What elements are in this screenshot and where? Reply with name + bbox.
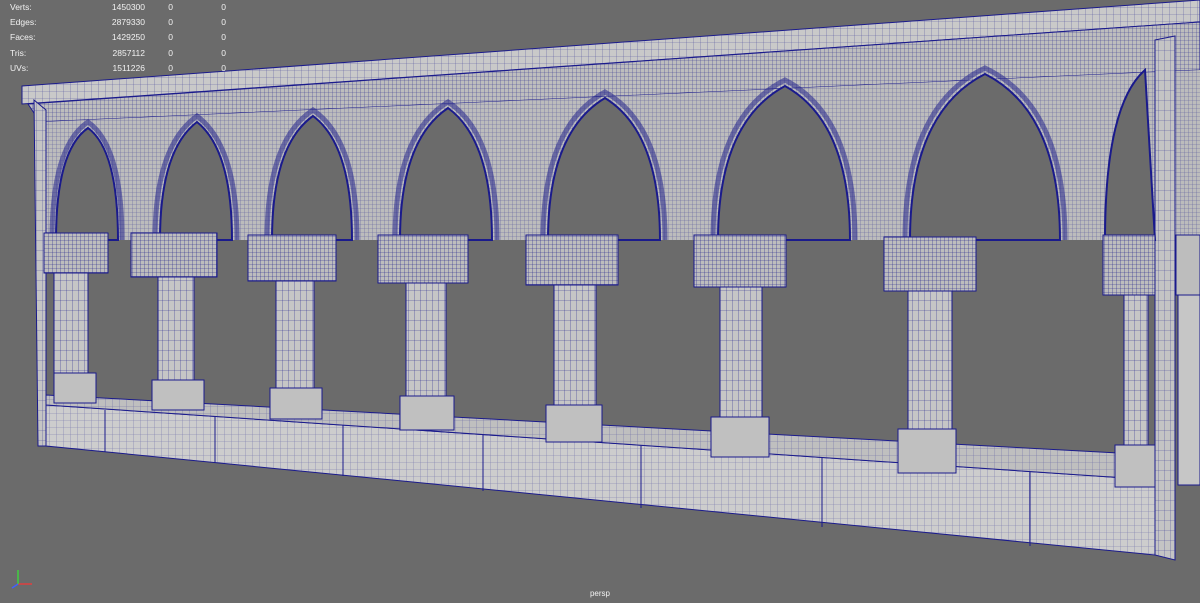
gothic-arcade-wireframe-model[interactable] [0, 0, 1200, 603]
hud-total: 2879330 [111, 17, 145, 28]
hud-selected-2: 0 [221, 47, 226, 58]
hud-label: Edges: [10, 17, 37, 28]
3d-viewport[interactable]: Verts: 1450300 0 0 Edges: 2879330 0 0 Fa… [0, 0, 1200, 603]
hud-selected: 0 [168, 62, 173, 73]
hud-label: Verts: [10, 2, 32, 12]
hud-label: Tris: [10, 47, 27, 58]
axis-gizmo-icon [11, 570, 32, 589]
hud-total: 1511226 [112, 62, 145, 73]
hud-selected: 0 [168, 47, 173, 58]
hud-total: 1429250 [111, 32, 145, 43]
hud-selected: 0 [168, 2, 173, 12]
hud-total: 1450300 [111, 2, 145, 12]
camera-name-label: persp [589, 589, 610, 598]
poly-count-hud: Verts: 1450300 0 0 Edges: 2879330 0 0 Fa… [0, 0, 226, 76]
hud-label: Faces: [10, 32, 36, 43]
hud-total: 2857112 [112, 47, 145, 58]
hud-row-verts: Verts: 1450300 0 0 [0, 0, 226, 15]
hud-selected-2: 0 [221, 2, 226, 12]
hud-selected-2: 0 [221, 62, 226, 73]
hud-row-edges: Edges: 2879330 0 0 [0, 15, 226, 30]
hud-row-uvs: UVs: 1511226 0 0 [0, 61, 226, 76]
hud-label: UVs: [10, 62, 29, 73]
hud-row-faces: Faces: 1429250 0 0 [0, 30, 226, 45]
hud-selected: 0 [168, 17, 173, 28]
hud-selected: 0 [168, 32, 173, 43]
hud-row-tris: Tris: 2857112 0 0 [0, 46, 226, 61]
hud-selected-2: 0 [221, 32, 226, 43]
hud-selected-2: 0 [221, 17, 226, 28]
